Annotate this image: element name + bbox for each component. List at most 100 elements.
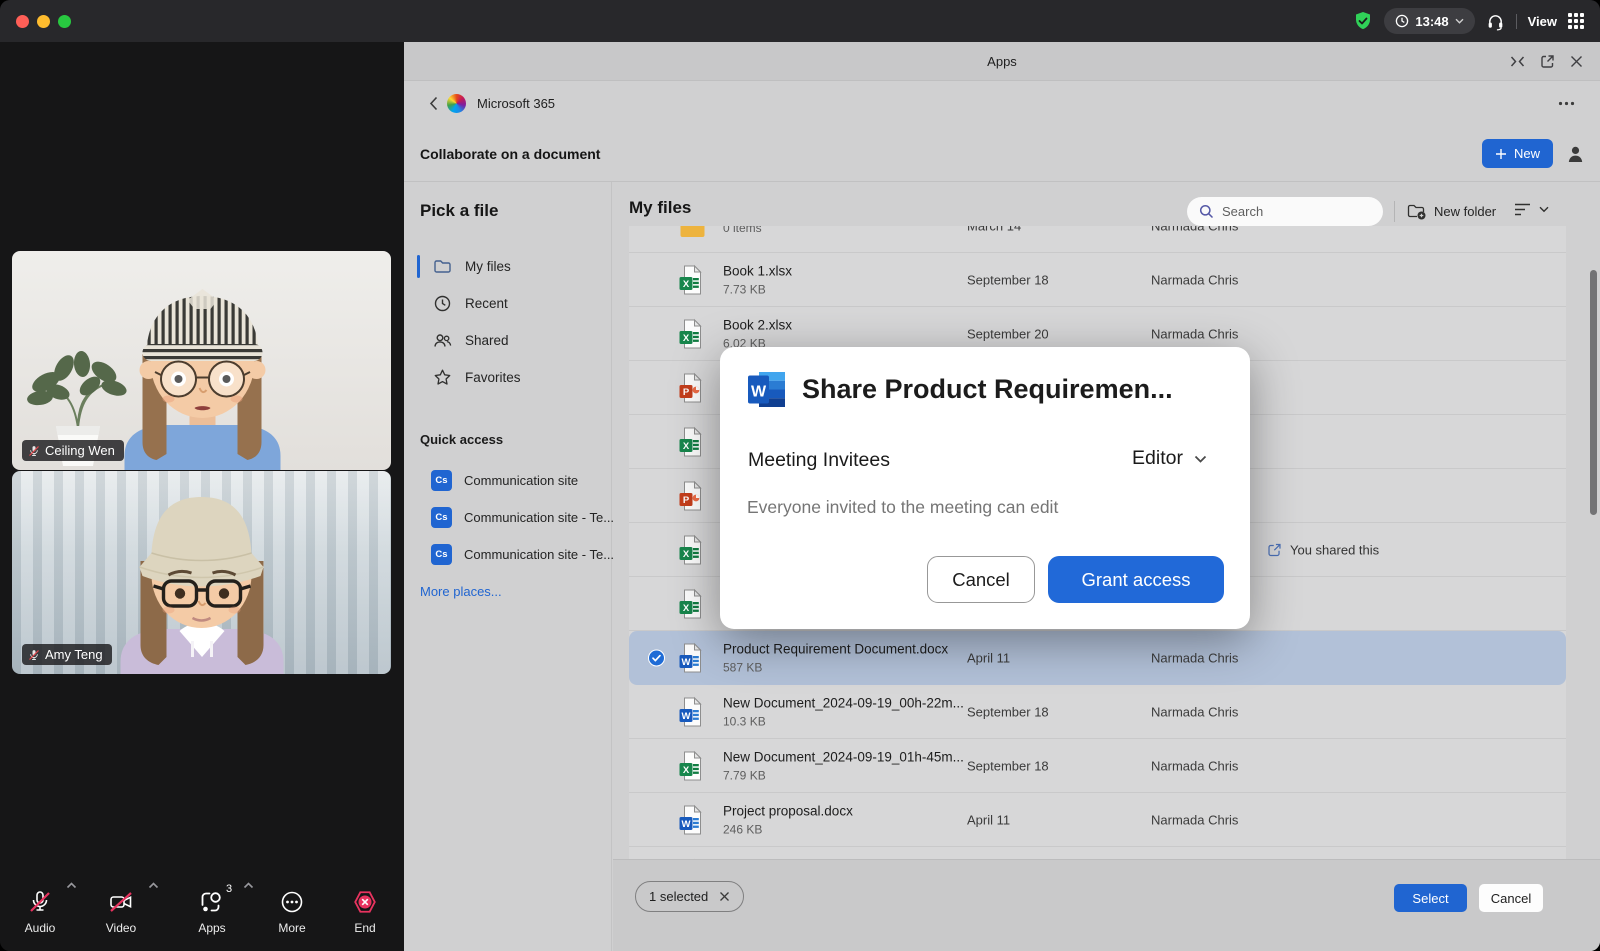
view-menu[interactable]: View bbox=[1528, 14, 1557, 29]
footer-cancel-button[interactable]: Cancel bbox=[1479, 884, 1543, 912]
files-heading: My files bbox=[629, 198, 691, 218]
search-box[interactable] bbox=[1187, 197, 1383, 226]
video-button[interactable]: Video bbox=[89, 890, 153, 935]
file-row[interactable]: 0 itemsMarch 14Narmada Chris bbox=[629, 226, 1566, 253]
folder-icon bbox=[433, 257, 452, 276]
chevron-down-icon bbox=[1539, 206, 1549, 213]
dialog-description: Everyone invited to the meeting can edit bbox=[747, 497, 1058, 518]
meeting-timer[interactable]: 13:48 bbox=[1384, 8, 1474, 34]
excel-file-icon: X bbox=[679, 534, 706, 565]
new-folder-button[interactable]: New folder bbox=[1407, 197, 1496, 226]
file-size: 7.79 KB bbox=[723, 768, 964, 782]
chevron-down-icon bbox=[1455, 18, 1464, 24]
close-window-button[interactable] bbox=[16, 15, 29, 28]
participant-name-tag: Amy Teng bbox=[22, 644, 112, 665]
audio-button[interactable]: Audio bbox=[8, 890, 72, 935]
account-person-icon[interactable] bbox=[1567, 145, 1584, 163]
apps-options-chevron[interactable] bbox=[243, 882, 254, 889]
excel-file-icon: X bbox=[679, 264, 706, 295]
file-date: September 18 bbox=[967, 704, 1049, 719]
ppt-file-icon: P bbox=[679, 480, 706, 511]
close-panel-icon[interactable] bbox=[1570, 55, 1583, 68]
participant-name-tag: Ceiling Wen bbox=[22, 440, 124, 461]
audio-options-chevron[interactable] bbox=[66, 882, 77, 889]
participant-tile-ceiling-wen[interactable]: Ceiling Wen bbox=[12, 251, 391, 470]
shared-note: You shared this bbox=[1266, 541, 1379, 558]
app-window: 13:48 View bbox=[0, 0, 1600, 951]
file-row[interactable]: XNew Document_2024-09-19_01h-45m...7.79 … bbox=[629, 739, 1566, 793]
apps-panel-title: Apps bbox=[987, 54, 1017, 69]
apps-button[interactable]: Apps bbox=[180, 890, 244, 935]
collaborate-bar: Collaborate on a document New bbox=[404, 126, 1600, 182]
shield-check-icon[interactable] bbox=[1353, 11, 1373, 31]
microsoft-365-logo bbox=[447, 94, 466, 113]
sort-lines-icon bbox=[1514, 203, 1531, 216]
app-more-menu-icon[interactable] bbox=[1558, 101, 1575, 106]
select-button[interactable]: Select bbox=[1394, 884, 1467, 912]
mic-off-icon bbox=[27, 890, 53, 914]
back-icon[interactable] bbox=[429, 96, 438, 111]
file-row[interactable]: WProject proposal.docx246 KBApril 11Narm… bbox=[629, 793, 1566, 847]
scrollbar-thumb[interactable] bbox=[1590, 270, 1597, 515]
search-icon bbox=[1199, 204, 1214, 219]
file-date: September 20 bbox=[967, 326, 1049, 341]
file-name: New Document_2024-09-19_01h-45m... bbox=[723, 749, 964, 764]
svg-text:X: X bbox=[683, 279, 690, 290]
plus-icon bbox=[1495, 148, 1507, 160]
sidebar-item-recent[interactable]: Recent bbox=[404, 285, 611, 322]
quick-access-communication-site-2[interactable]: Cs Communication site - Te... bbox=[404, 500, 611, 534]
file-size: 7.73 KB bbox=[723, 282, 792, 296]
avatar-amy-teng bbox=[84, 471, 319, 674]
end-call-button[interactable]: End bbox=[333, 890, 397, 935]
new-button[interactable]: New bbox=[1482, 139, 1553, 168]
file-row[interactable]: W bbox=[629, 847, 1566, 859]
quick-access-communication-site-3[interactable]: Cs Communication site - Te... bbox=[404, 537, 611, 571]
share-icon bbox=[1266, 541, 1283, 558]
file-date: September 18 bbox=[967, 272, 1049, 287]
video-call-panel: Ceiling Wen bbox=[0, 42, 404, 951]
file-row[interactable]: XBook 1.xlsx7.73 KBSeptember 18Narmada C… bbox=[629, 253, 1566, 307]
sidebar-item-favorites[interactable]: Favorites bbox=[404, 359, 611, 396]
more-icon bbox=[280, 890, 304, 914]
excel-file-icon: X bbox=[679, 426, 706, 457]
headset-icon[interactable] bbox=[1486, 12, 1505, 31]
search-input[interactable] bbox=[1222, 204, 1371, 219]
end-call-icon bbox=[352, 890, 378, 914]
share-dialog: W Share Product Requiremen... Meeting In… bbox=[720, 347, 1250, 629]
minimize-window-button[interactable] bbox=[37, 15, 50, 28]
sidebar-item-shared[interactable]: Shared bbox=[404, 322, 611, 359]
word-file-icon: W bbox=[679, 696, 706, 727]
clear-selection-icon[interactable] bbox=[719, 891, 730, 902]
menubar: 13:48 View bbox=[0, 0, 1600, 42]
sidebar-item-my-files[interactable]: My files bbox=[404, 248, 611, 285]
selected-count-pill[interactable]: 1 selected bbox=[635, 881, 744, 912]
people-icon bbox=[433, 331, 452, 350]
site-badge: Cs bbox=[431, 470, 452, 491]
grid-view-icon[interactable] bbox=[1568, 13, 1584, 29]
mic-muted-icon bbox=[28, 649, 40, 661]
svg-text:X: X bbox=[683, 549, 690, 560]
file-row[interactable]: W New Document_2024-09-19_00h-22m... 10.3 … bbox=[629, 685, 1566, 739]
zoom-window-button[interactable] bbox=[58, 15, 71, 28]
file-owner: Narmada Chris bbox=[1151, 812, 1238, 827]
popout-panel-icon[interactable] bbox=[1540, 54, 1555, 69]
clock-icon bbox=[1395, 14, 1409, 28]
permission-dropdown[interactable]: Editor bbox=[1132, 447, 1207, 470]
new-folder-icon bbox=[1407, 203, 1426, 220]
participant-tile-amy-teng[interactable]: Amy Teng bbox=[12, 471, 391, 674]
file-name: Project proposal.docx bbox=[723, 803, 853, 818]
file-row[interactable]: WProduct Requirement Document.docx587 KB… bbox=[629, 631, 1566, 685]
file-owner: Narmada Chris bbox=[1151, 650, 1238, 665]
dialog-cancel-button[interactable]: Cancel bbox=[927, 556, 1035, 603]
file-size: 10.3 KB bbox=[723, 714, 964, 728]
svg-text:W: W bbox=[751, 384, 767, 401]
video-options-chevron[interactable] bbox=[148, 882, 159, 889]
file-name: Book 2.xlsx bbox=[723, 317, 792, 332]
grant-access-button[interactable]: Grant access bbox=[1048, 556, 1224, 603]
quick-access-communication-site[interactable]: Cs Communication site bbox=[404, 463, 611, 497]
file-name: New Document_2024-09-19_00h-22m... bbox=[723, 695, 964, 710]
more-button[interactable]: More bbox=[260, 890, 324, 935]
collapse-panel-icon[interactable] bbox=[1510, 55, 1525, 68]
more-places-link[interactable]: More places... bbox=[420, 584, 502, 599]
view-sort-button[interactable] bbox=[1514, 203, 1549, 216]
